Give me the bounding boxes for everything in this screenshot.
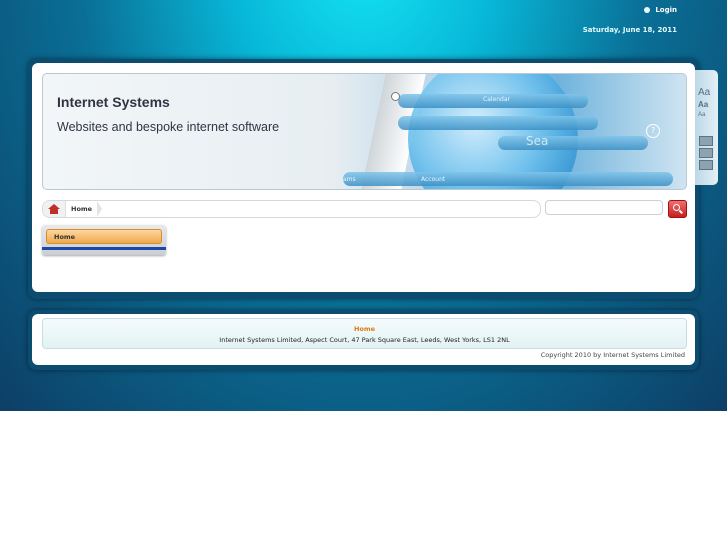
side-navigation: Home [42, 225, 166, 255]
footer-home-link[interactable]: Home [43, 325, 686, 333]
nav-underline [42, 247, 166, 250]
text-size-small[interactable]: Aa [698, 112, 705, 118]
text-size-large[interactable]: Aa [698, 87, 710, 98]
nav-item-home[interactable]: Home [46, 229, 162, 244]
breadcrumb: Home [42, 200, 541, 218]
home-icon[interactable] [43, 201, 66, 217]
site-title: Internet Systems [57, 94, 170, 110]
site-subtitle: Websites and bespoke internet software [57, 120, 280, 134]
footer-box: Home Internet Systems Limited, Aspect Co… [42, 318, 687, 349]
banner-bar [498, 136, 648, 150]
search-button[interactable] [668, 200, 687, 218]
banner-label-ams: ams [343, 176, 356, 183]
current-date: Saturday, June 18, 2011 [582, 26, 677, 34]
login-label[interactable]: Login [655, 6, 677, 14]
footer-address: Internet Systems Limited, Aspect Court, … [219, 336, 510, 344]
header-banner: Calendar ams Account Sea ? Internet Syst… [42, 73, 687, 190]
text-size-tools: Aa Aa Aa [695, 70, 718, 185]
banner-label-search: Sea [526, 134, 549, 148]
breadcrumb-separator-icon [97, 201, 102, 217]
copyright-text: Copyright 2010 by Internet Systems Limit… [540, 351, 685, 359]
breadcrumb-home[interactable]: Home [71, 205, 92, 213]
search-input[interactable] [545, 200, 663, 215]
help-icon: ? [646, 124, 660, 138]
text-size-medium[interactable]: Aa [698, 100, 708, 109]
banner-bar [343, 172, 673, 186]
banner-label-calendar: Calendar [483, 96, 510, 103]
banner-bar [398, 116, 598, 130]
banner-label-account: Account [421, 176, 446, 183]
gear-icon [391, 92, 400, 101]
bullet-icon [644, 7, 651, 13]
layout-wide-icon[interactable] [699, 136, 713, 146]
layout-medium-icon[interactable] [699, 148, 713, 158]
layout-narrow-icon[interactable] [699, 160, 713, 170]
login-link[interactable]: Login [644, 6, 677, 14]
